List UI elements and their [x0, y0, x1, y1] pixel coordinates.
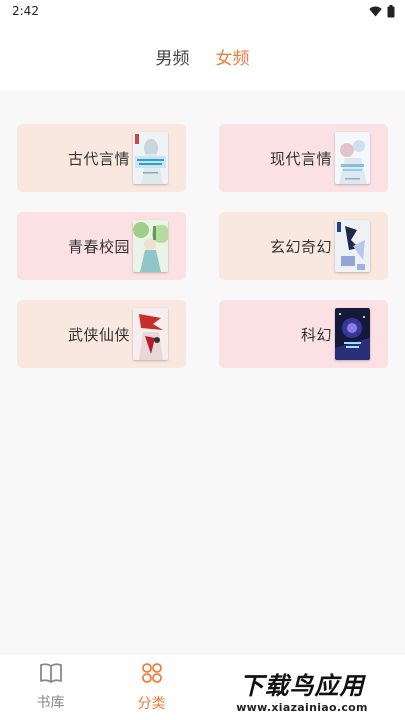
category-card-fantasy[interactable]: 玄幻奇幻: [219, 212, 388, 280]
gender-tabs: 男频 女频: [0, 22, 405, 90]
scifi-cover: [335, 308, 370, 360]
category-label: 武侠仙侠: [67, 325, 130, 344]
battery-icon: [387, 4, 395, 18]
fantasy-cover: [335, 220, 370, 272]
status-bar: 2:42: [0, 0, 405, 22]
youth-campus-cover: [133, 220, 168, 272]
category-label: 古代言情: [67, 149, 130, 168]
nav-category[interactable]: 分类: [101, 654, 202, 720]
wuxia-cover: [133, 308, 168, 360]
category-card-scifi[interactable]: 科幻: [219, 300, 388, 368]
book-icon: [39, 662, 63, 688]
wifi-icon: [369, 6, 382, 17]
category-grid: 古代言情 现代言情 青春校园 玄幻奇幻 武侠仙侠 科幻: [0, 90, 405, 653]
category-card-wuxia[interactable]: 武侠仙侠: [17, 300, 186, 368]
category-label: 现代言情: [269, 149, 332, 168]
nav-label: 书库: [36, 695, 65, 711]
category-label: 青春校园: [67, 237, 130, 256]
category-label: 玄幻奇幻: [269, 237, 332, 256]
nav-label: 分类: [137, 696, 166, 712]
ancient-romance-cover: [133, 132, 168, 184]
tab-male[interactable]: 男频: [156, 44, 190, 69]
status-time: 2:42: [12, 4, 39, 18]
category-card-youth-campus[interactable]: 青春校园: [17, 212, 186, 280]
watermark-url: www.xiazainiao.com: [236, 701, 368, 714]
category-card-modern-romance[interactable]: 现代言情: [219, 124, 388, 192]
modern-romance-cover: [335, 132, 370, 184]
watermark: 下载鸟应用 www.xiazainiao.com: [203, 664, 401, 716]
category-icon: [140, 661, 164, 689]
category-card-ancient-romance[interactable]: 古代言情: [17, 124, 186, 192]
nav-bookstore[interactable]: 书库: [0, 654, 101, 720]
tab-female[interactable]: 女频: [216, 44, 250, 69]
category-label: 科幻: [300, 325, 332, 344]
watermark-main: 下载鸟应用: [239, 672, 365, 700]
status-icons: [369, 4, 395, 18]
